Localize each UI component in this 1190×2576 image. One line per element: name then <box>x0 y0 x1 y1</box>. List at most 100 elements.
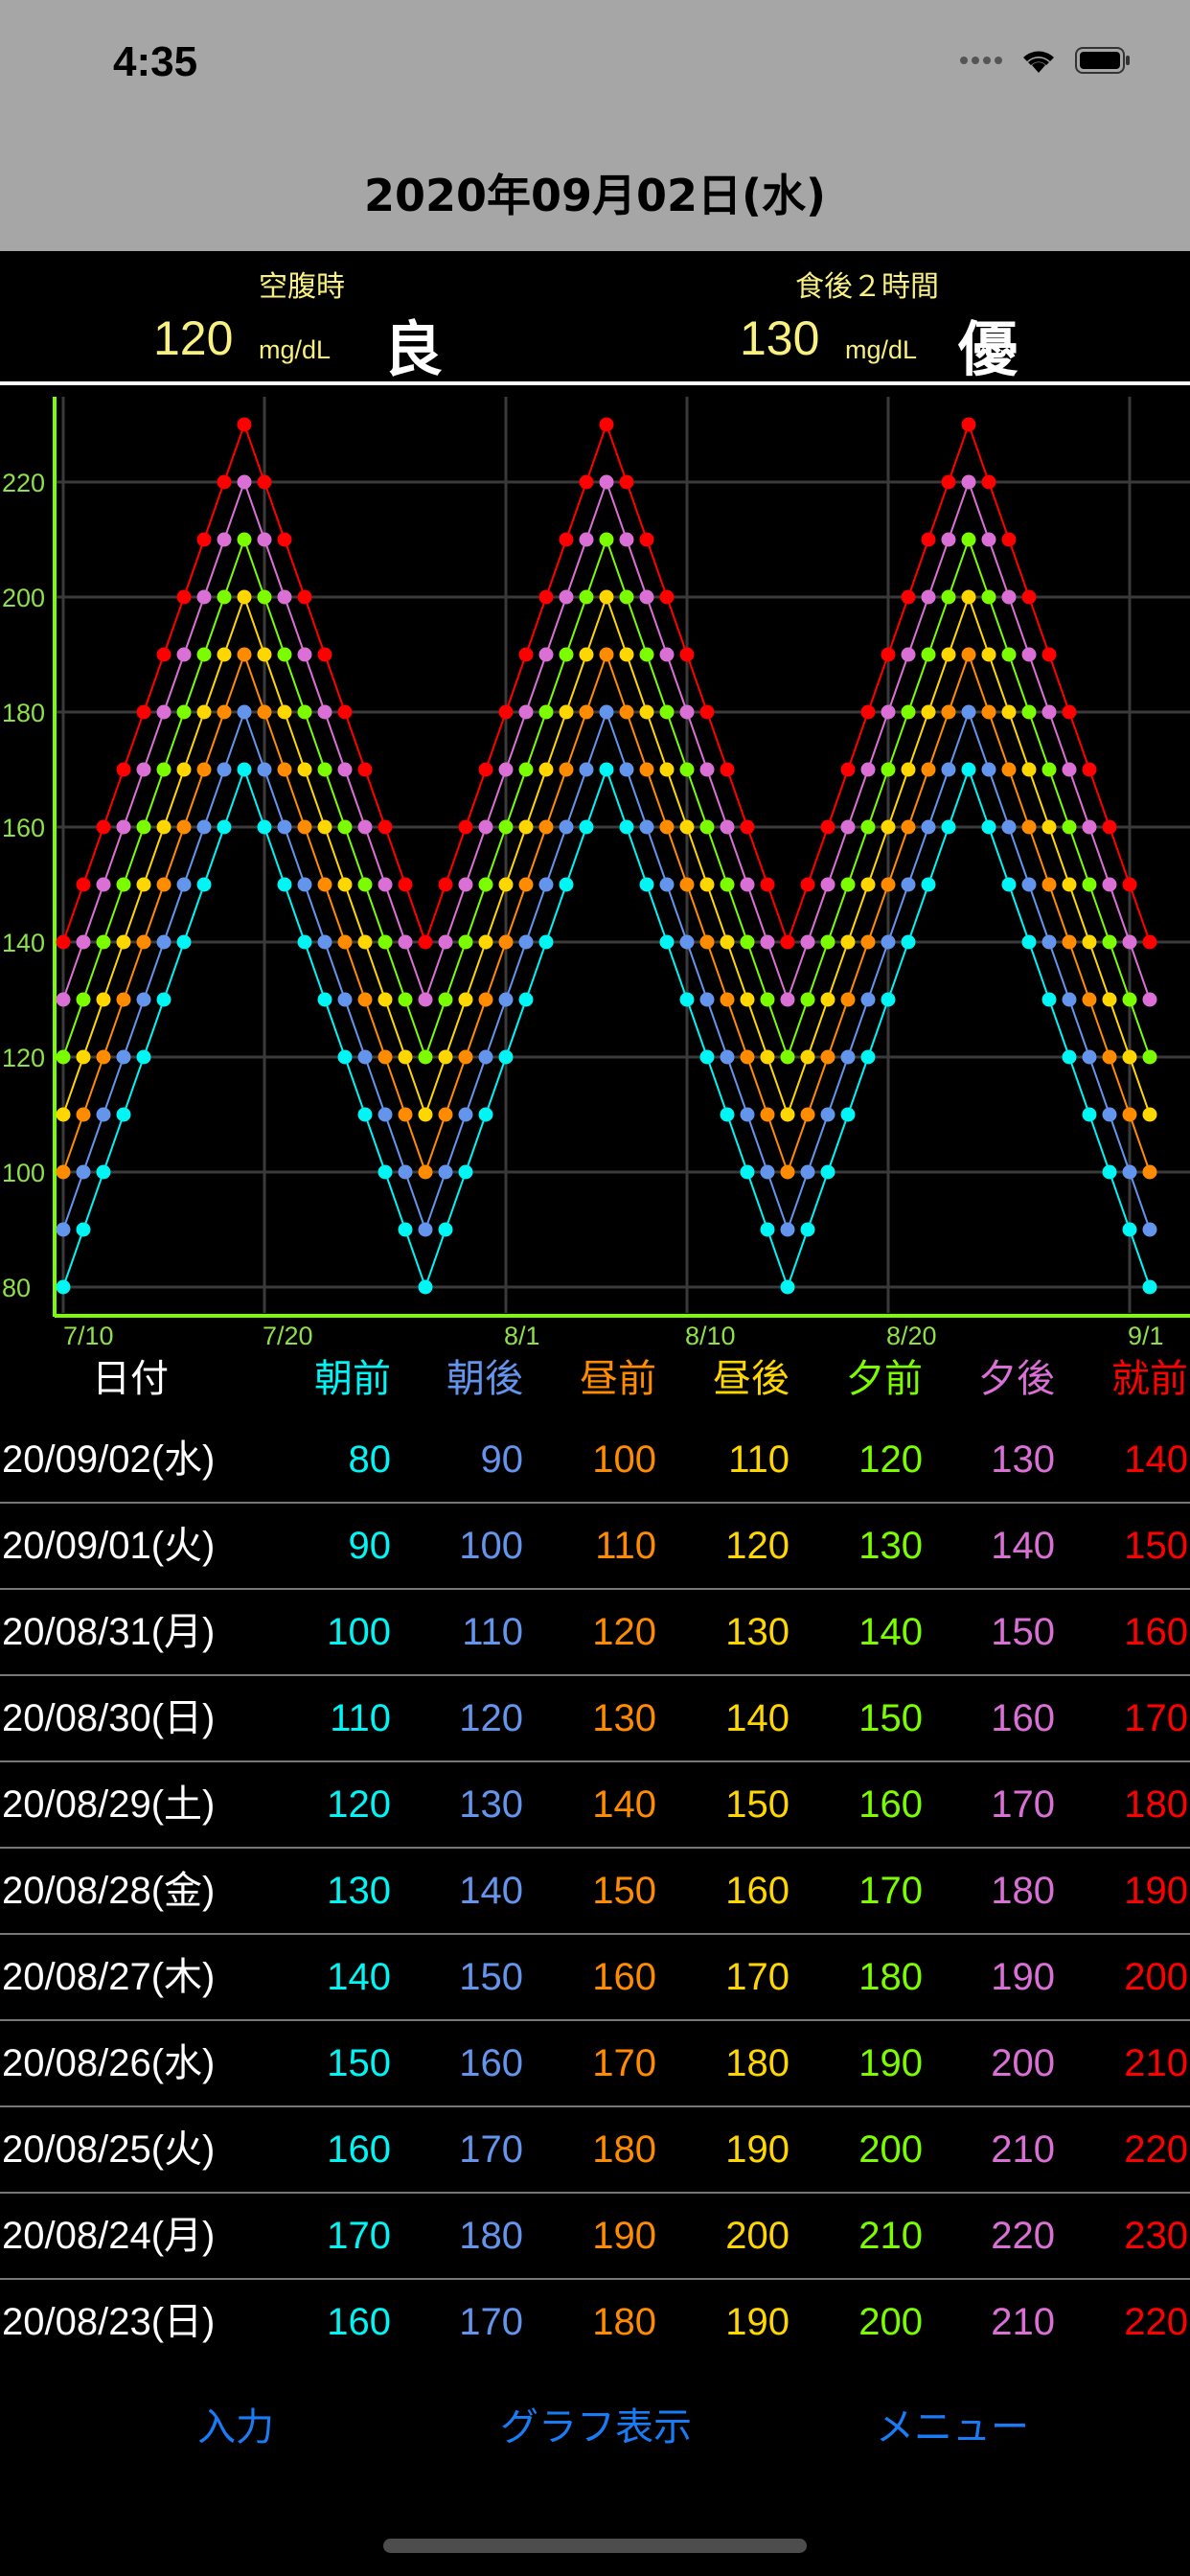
data-point-5 <box>196 589 212 605</box>
data-point-6 <box>639 532 654 547</box>
data-point-2 <box>1122 1107 1137 1122</box>
row-value: 150 <box>1124 1525 1188 1567</box>
data-point-4 <box>1082 877 1097 892</box>
data-point-0 <box>317 992 332 1007</box>
data-point-4 <box>981 589 996 605</box>
data-point-2 <box>56 1164 71 1180</box>
data-point-2 <box>1062 934 1077 950</box>
data-point-1 <box>378 1107 393 1122</box>
data-point-0 <box>438 1222 453 1237</box>
y-tick-label: 200 <box>2 584 45 612</box>
data-point-0 <box>1021 934 1037 950</box>
data-point-1 <box>518 934 534 950</box>
data-point-1 <box>156 934 172 950</box>
data-point-3 <box>438 1049 453 1065</box>
data-point-0 <box>679 992 695 1007</box>
data-point-1 <box>1082 1049 1097 1065</box>
data-point-2 <box>357 992 373 1007</box>
data-point-4 <box>398 992 413 1007</box>
table-row[interactable]: 20/08/26(水) 150 160 170 180 190 200 210 <box>0 2020 1190 2106</box>
data-point-0 <box>981 819 996 835</box>
row-value: 140 <box>327 1956 391 1998</box>
table-row[interactable]: 20/08/24(月) 170 180 190 200 210 220 230 <box>0 2193 1190 2279</box>
data-point-4 <box>961 532 976 547</box>
data-point-2 <box>538 819 554 835</box>
y-tick-label: 140 <box>2 929 45 957</box>
table-row[interactable]: 20/08/29(土) 120 130 140 150 160 170 180 <box>0 1761 1190 1848</box>
data-point-5 <box>981 532 996 547</box>
data-point-0 <box>1062 1049 1077 1065</box>
table-row[interactable]: 20/08/27(木) 140 150 160 170 180 190 200 <box>0 1934 1190 2020</box>
status-icons <box>960 46 1131 75</box>
home-indicator[interactable] <box>383 2539 807 2553</box>
table-row[interactable]: 20/09/02(水) 80 90 100 110 120 130 140 <box>0 1416 1190 1503</box>
data-point-2 <box>337 934 353 950</box>
table-row[interactable]: 20/09/01(火) 90 100 110 120 130 140 150 <box>0 1503 1190 1589</box>
row-value: 160 <box>1124 1611 1188 1653</box>
data-point-4 <box>237 532 252 547</box>
data-point-3 <box>196 704 212 720</box>
row-value: 200 <box>725 2215 790 2257</box>
row-value: 220 <box>991 2215 1055 2257</box>
data-point-4 <box>559 647 574 662</box>
data-point-5 <box>780 992 795 1007</box>
data-point-2 <box>297 819 312 835</box>
data-point-1 <box>659 877 675 892</box>
data-point-0 <box>518 992 534 1007</box>
summary-panel: 空腹時 120 mg/dL 良 食後２時間 130 mg/dL 優 <box>0 251 1190 385</box>
menu-button[interactable]: メニュー <box>809 2396 1096 2451</box>
data-point-0 <box>800 1222 815 1237</box>
data-point-6 <box>901 589 916 605</box>
table-row[interactable]: 20/08/28(金) 130 140 150 160 170 180 190 <box>0 1848 1190 1934</box>
data-point-4 <box>860 819 876 835</box>
row-date: 20/08/31(月) <box>2 1611 216 1653</box>
data-point-3 <box>981 647 996 662</box>
data-point-3 <box>297 762 312 777</box>
data-point-5 <box>418 992 433 1007</box>
data-point-0 <box>639 877 654 892</box>
table-row[interactable]: 20/08/30(日) 110 120 130 140 150 160 170 <box>0 1675 1190 1761</box>
status-time: 4:35 <box>113 38 198 85</box>
data-point-0 <box>196 877 212 892</box>
data-point-0 <box>820 1164 835 1180</box>
data-point-4 <box>538 704 554 720</box>
row-value: 150 <box>592 1870 656 1912</box>
data-point-3 <box>56 1107 71 1122</box>
input-button[interactable]: 入力 <box>92 2396 379 2451</box>
data-point-6 <box>941 474 956 490</box>
data-point-1 <box>699 992 715 1007</box>
series-line-1 <box>62 708 1151 1233</box>
data-point-5 <box>458 877 473 892</box>
data-point-6 <box>780 934 795 950</box>
table-row[interactable]: 20/08/25(火) 160 170 180 190 200 210 220 <box>0 2106 1190 2193</box>
row-value: 120 <box>327 1783 391 1826</box>
table-row[interactable]: 20/08/31(月) 100 110 120 130 140 150 160 <box>0 1589 1190 1675</box>
data-point-3 <box>720 934 735 950</box>
data-point-4 <box>357 877 373 892</box>
row-date: 20/09/01(火) <box>2 1525 216 1567</box>
row-value: 170 <box>459 2128 523 2171</box>
row-value: 190 <box>725 2301 790 2343</box>
row-date: 20/08/29(土) <box>2 1783 216 1826</box>
data-point-1 <box>1142 1222 1157 1237</box>
data-point-0 <box>941 819 956 835</box>
data-point-2 <box>639 762 654 777</box>
data-point-3 <box>800 1049 815 1065</box>
data-point-3 <box>1041 819 1057 835</box>
data-point-1 <box>337 992 353 1007</box>
data-point-6 <box>659 589 675 605</box>
data-point-4 <box>800 992 815 1007</box>
row-value: 170 <box>1124 1697 1188 1739</box>
graph-view-button[interactable]: グラフ表示 <box>452 2396 740 2451</box>
data-point-3 <box>176 762 192 777</box>
table-row[interactable]: 20/08/23(日) 160 170 180 190 200 210 220 <box>0 2279 1190 2365</box>
data-point-6 <box>418 934 433 950</box>
data-point-1 <box>217 762 232 777</box>
data-point-6 <box>760 877 775 892</box>
data-point-0 <box>559 877 574 892</box>
cellular-signal-icon <box>960 57 1002 64</box>
data-point-4 <box>136 819 151 835</box>
data-point-2 <box>1142 1164 1157 1180</box>
data-point-3 <box>659 762 675 777</box>
data-point-3 <box>780 1107 795 1122</box>
